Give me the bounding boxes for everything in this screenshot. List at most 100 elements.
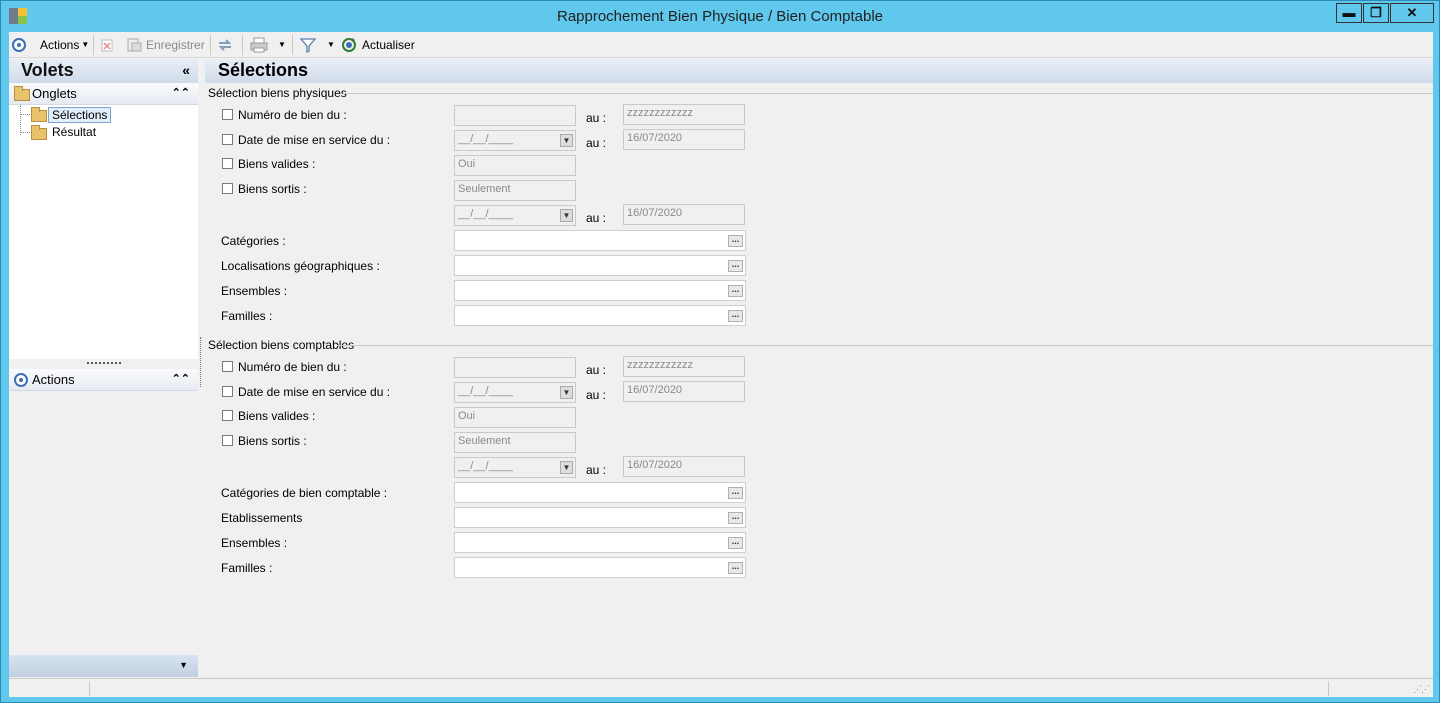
selections-pane: Sélections Sélection biens physiques Num… bbox=[205, 59, 1433, 677]
resize-grip-icon[interactable]: ⋰⋰ bbox=[1413, 684, 1430, 695]
ellipsis-icon[interactable]: ... bbox=[728, 562, 743, 574]
ellipsis-icon[interactable]: ... bbox=[728, 260, 743, 272]
sortis-date-from-field[interactable]: __/__/____ ▼ bbox=[454, 205, 576, 226]
numero-to-field[interactable]: zzzzzzzzzzzz bbox=[623, 356, 745, 377]
filter-button[interactable] bbox=[300, 36, 316, 54]
familles-label: Familles : bbox=[221, 309, 273, 323]
window-title: Rapprochement Bien Physique / Bien Compt… bbox=[556, 8, 884, 25]
chevron-down-icon: ▼ bbox=[278, 40, 286, 49]
collapse-section-icon[interactable]: ⌃⌃ bbox=[172, 86, 190, 99]
sortis-checkbox[interactable] bbox=[222, 435, 233, 446]
valides-checkbox[interactable] bbox=[222, 158, 233, 169]
sortis-date-to-field[interactable]: 16/07/2020 bbox=[623, 456, 745, 477]
localisations-field[interactable]: ... bbox=[454, 255, 746, 276]
refresh-icon bbox=[342, 38, 356, 52]
numero-to-field[interactable]: zzzzzzzzzzzz bbox=[623, 104, 745, 125]
categories-field[interactable]: ... bbox=[454, 230, 746, 251]
actualiser-label: Actualiser bbox=[362, 38, 415, 52]
sortis-date-from-field[interactable]: __/__/____ ▼ bbox=[454, 457, 576, 478]
minimize-button[interactable]: ▬ bbox=[1336, 3, 1362, 23]
date-to-field[interactable]: 16/07/2020 bbox=[623, 381, 745, 402]
print-dropdown[interactable]: ▼ bbox=[276, 36, 286, 54]
ensembles-field[interactable]: ... bbox=[454, 280, 746, 301]
collapse-panel-button[interactable]: « bbox=[182, 62, 190, 78]
date-from-field[interactable]: __/__/____ ▼ bbox=[454, 382, 576, 403]
refresh-sync-button[interactable] bbox=[217, 36, 233, 54]
categories-label: Catégories : bbox=[221, 234, 286, 248]
numero-from-field[interactable] bbox=[454, 105, 576, 126]
chevron-down-icon[interactable]: ▼ bbox=[560, 134, 573, 147]
collapse-section-icon[interactable]: ⌃⌃ bbox=[172, 372, 190, 385]
enregistrer-button[interactable]: Enregistrer bbox=[126, 36, 205, 54]
maximize-button[interactable]: ❐ bbox=[1363, 3, 1389, 23]
numero-from-field[interactable] bbox=[454, 357, 576, 378]
ellipsis-icon[interactable]: ... bbox=[728, 537, 743, 549]
valides-field[interactable]: Oui bbox=[454, 407, 576, 428]
chevron-down-icon[interactable]: ▼ bbox=[560, 461, 573, 474]
folder-icon bbox=[31, 125, 47, 140]
onglets-section-header[interactable]: Onglets ⌃⌃ bbox=[9, 83, 198, 105]
open-folder-icon bbox=[31, 107, 47, 122]
localisations-label: Localisations géographiques : bbox=[221, 259, 380, 273]
chevron-down-icon[interactable]: ▼ bbox=[179, 660, 188, 670]
close-button[interactable]: ✕ bbox=[1390, 3, 1434, 23]
ellipsis-icon[interactable]: ... bbox=[728, 512, 743, 524]
date-from-field[interactable]: __/__/____ ▼ bbox=[454, 130, 576, 151]
sortis-date-from-value: __/__/____ bbox=[458, 460, 514, 472]
familles-field[interactable]: ... bbox=[454, 305, 746, 326]
volets-title: Volets bbox=[21, 60, 74, 80]
volets-panel: Volets « Onglets ⌃⌃ Sélections Résultat bbox=[9, 59, 198, 677]
actions-section-header[interactable]: Actions ⌃⌃ bbox=[9, 369, 198, 391]
sortis-label: Biens sortis : bbox=[238, 434, 307, 448]
familles-field[interactable]: ... bbox=[454, 557, 746, 578]
ensembles-field[interactable]: ... bbox=[454, 532, 746, 553]
etablissements-field[interactable]: ... bbox=[454, 507, 746, 528]
toolbar-separator bbox=[242, 35, 243, 55]
panel-footer[interactable]: ▼ bbox=[9, 655, 198, 677]
chevron-down-icon[interactable]: ▼ bbox=[560, 209, 573, 222]
sortis-date-to-field[interactable]: 16/07/2020 bbox=[623, 204, 745, 225]
date-checkbox[interactable] bbox=[222, 134, 233, 145]
actions-menu-button[interactable]: Actions ▼ bbox=[40, 36, 89, 54]
tree-item-selections[interactable]: Sélections bbox=[48, 107, 112, 123]
toolbar-separator bbox=[292, 35, 293, 55]
splitter-grip[interactable] bbox=[87, 362, 121, 365]
actualiser-button[interactable]: Actualiser bbox=[341, 36, 415, 54]
date-checkbox[interactable] bbox=[222, 386, 233, 397]
valides-checkbox[interactable] bbox=[222, 410, 233, 421]
ellipsis-icon[interactable]: ... bbox=[728, 310, 743, 322]
numero-checkbox[interactable] bbox=[222, 109, 233, 120]
numero-checkbox[interactable] bbox=[222, 361, 233, 372]
ensembles-label: Ensembles : bbox=[221, 284, 288, 298]
ellipsis-icon[interactable]: ... bbox=[728, 235, 743, 247]
sortis-field[interactable]: Seulement bbox=[454, 180, 576, 201]
categories-comptable-label: Catégories de bien comptable : bbox=[221, 486, 388, 500]
delete-icon bbox=[101, 39, 113, 51]
chevron-down-icon[interactable]: ▼ bbox=[560, 386, 573, 399]
volets-header: Volets « bbox=[9, 59, 198, 83]
group-divider bbox=[337, 345, 1433, 346]
au-label: au : bbox=[586, 136, 607, 150]
client-area: Actions ▼ Enregistrer ▼ ▼ Actualiser Vol… bbox=[9, 32, 1433, 697]
ellipsis-icon[interactable]: ... bbox=[728, 285, 743, 297]
onglets-label: Onglets bbox=[32, 86, 77, 101]
tree-item-resultat[interactable]: Résultat bbox=[49, 125, 99, 141]
categories-comptable-field[interactable]: ... bbox=[454, 482, 746, 503]
familles-label: Familles : bbox=[221, 561, 273, 575]
vertical-splitter[interactable] bbox=[200, 337, 201, 387]
date-from-value: __/__/____ bbox=[458, 385, 514, 397]
sortis-checkbox[interactable] bbox=[222, 183, 233, 194]
filter-dropdown[interactable]: ▼ bbox=[325, 36, 335, 54]
sortis-field[interactable]: Seulement bbox=[454, 432, 576, 453]
date-to-field[interactable]: 16/07/2020 bbox=[623, 129, 745, 150]
valides-field[interactable]: Oui bbox=[454, 155, 576, 176]
title-bar[interactable]: Rapprochement Bien Physique / Bien Compt… bbox=[1, 1, 1439, 31]
ensembles-label: Ensembles : bbox=[221, 536, 288, 550]
ellipsis-icon[interactable]: ... bbox=[728, 487, 743, 499]
delete-button[interactable] bbox=[101, 36, 113, 54]
print-button[interactable] bbox=[250, 36, 268, 54]
chevron-down-icon: ▼ bbox=[81, 40, 90, 49]
actions-menu-icon[interactable] bbox=[12, 36, 26, 54]
toolbar-separator bbox=[93, 35, 94, 55]
au-label: au : bbox=[586, 211, 607, 225]
